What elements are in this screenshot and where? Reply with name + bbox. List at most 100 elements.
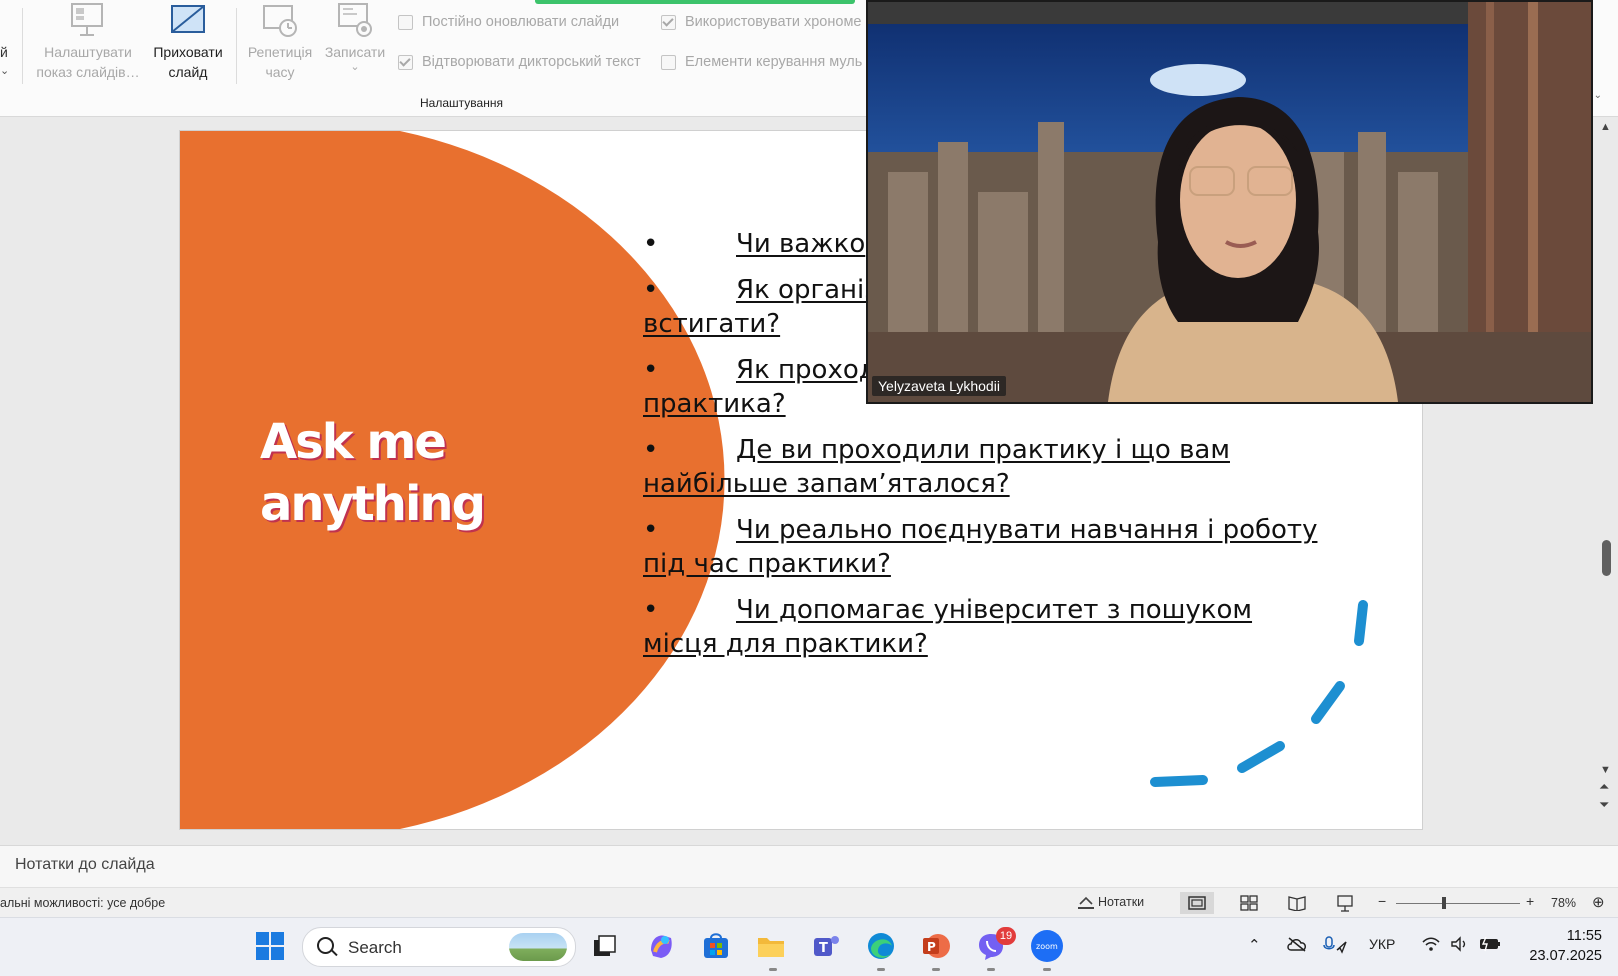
battery-charging-icon[interactable] [1478, 936, 1502, 956]
running-indicator [769, 968, 777, 971]
zoom-out-button[interactable]: − [1378, 893, 1386, 909]
svg-text:P: P [927, 940, 936, 954]
reading-view-icon [1288, 896, 1306, 911]
microphone-location-icon[interactable] [1322, 936, 1348, 958]
slide-sorter-view-button[interactable] [1232, 892, 1266, 914]
checkbox-box [661, 54, 676, 70]
play-narrations-checkbox[interactable]: Відтворювати дикторський текст [398, 54, 641, 70]
svg-text:T: T [819, 941, 828, 956]
normal-view-icon [1188, 896, 1206, 910]
checkbox-box [398, 54, 413, 70]
chevron-down-icon: ⌄ [350, 61, 360, 73]
ribbon-group-label: Налаштування [420, 96, 503, 110]
ribbon-separator [22, 8, 23, 84]
powerpoint-icon[interactable]: P [920, 930, 952, 962]
zoom-app-icon[interactable]: zoom [1031, 930, 1063, 962]
zoom-level[interactable]: 78% [1551, 896, 1576, 910]
scroll-thumb[interactable] [1602, 540, 1611, 576]
bullet-item: • Чи допомагає університет з пошуком місц… [643, 593, 1343, 661]
running-indicator [1043, 968, 1051, 971]
taskbar-search-box[interactable]: Search [302, 927, 576, 967]
scroll-up-arrow[interactable]: ▲ [1600, 121, 1611, 133]
notes-icon [1078, 895, 1094, 909]
use-timings-label: Використовувати хрономе [685, 14, 862, 30]
start-windows-icon[interactable] [254, 930, 286, 962]
edge-browser-icon[interactable] [865, 930, 897, 962]
normal-view-button[interactable] [1180, 892, 1214, 914]
rehearse-timings-label: Репетиція часу [247, 44, 313, 80]
hide-slide-icon [170, 2, 206, 38]
slide-show-icon [1337, 895, 1353, 912]
bullet-dot: • [643, 229, 659, 259]
rehearse-timings-icon [262, 2, 298, 38]
hide-slide-button[interactable]: Приховати слайд [146, 2, 230, 82]
chevron-down-icon[interactable]: ⌄ [0, 64, 9, 77]
show-hidden-icons-chevron[interactable]: ⌃ [1248, 936, 1261, 954]
setup-show-icon [70, 2, 106, 38]
record-button[interactable]: Записати ⌄ [320, 2, 390, 73]
play-narrations-label: Відтворювати дикторський текст [422, 54, 641, 70]
keep-slides-updated-label: Постійно оновлювати слайди [422, 14, 620, 30]
record-icon [337, 2, 373, 38]
microsoft-store-icon[interactable] [700, 930, 732, 962]
participant-video[interactable]: Yelyzaveta Lykhodii [866, 0, 1593, 404]
search-icon [317, 937, 334, 954]
notes-toggle-label: Нотатки [1098, 895, 1145, 909]
notes-toggle-button[interactable]: Нотатки [1078, 895, 1144, 909]
setup-slide-show-button[interactable]: Налаштувати показ слайдів… [32, 2, 144, 82]
media-controls-checkbox[interactable]: Елементи керування муль [661, 54, 862, 70]
checkbox-box [398, 14, 413, 30]
vertical-scrollbar[interactable]: ▲ ▼ ⏶ ⏷ [1594, 117, 1618, 845]
rehearse-timings-button[interactable]: Репетиція часу [244, 2, 316, 82]
accessibility-status[interactable]: альні можливості: усе добре [0, 896, 165, 910]
hide-slide-label: Приховати слайд [153, 44, 223, 80]
keep-slides-updated-checkbox[interactable]: Постійно оновлювати слайди [398, 14, 619, 30]
wifi-icon[interactable] [1421, 936, 1441, 956]
onedrive-cloud-icon[interactable] [1286, 936, 1308, 956]
collapse-ribbon-icon[interactable]: ⌄ [1594, 90, 1602, 101]
bullet-dot: • [643, 355, 659, 385]
bullet-text: Чи важко [736, 229, 866, 259]
bullet-dot: • [643, 595, 659, 625]
task-view-icon[interactable] [588, 930, 620, 962]
zoom-in-button[interactable]: + [1526, 893, 1534, 909]
notes-placeholder[interactable]: Нотатки до слайда [15, 856, 155, 874]
bullet-item: • Чи реально поєднувати навчання і роботу… [643, 513, 1343, 581]
running-indicator [877, 968, 885, 971]
slide-notes-pane[interactable]: Нотатки до слайда [0, 845, 1618, 888]
record-label: Записати [324, 44, 386, 60]
search-highlight-image [509, 933, 567, 961]
system-clock[interactable]: 11:55 23.07.2025 [1512, 926, 1602, 966]
windows-taskbar: Search T P 19 zoom ⌃ УКР 11:55 23.07.202… [0, 917, 1618, 976]
clock-date: 23.07.2025 [1529, 948, 1602, 964]
ribbon-cut-label[interactable]: й [0, 44, 8, 60]
previous-slide-button[interactable]: ⏶ [1599, 779, 1609, 795]
slide-sorter-icon [1240, 895, 1258, 911]
video-frame [868, 2, 1591, 402]
checkbox-box [661, 14, 676, 30]
bullet-text: Чи реально поєднувати навчання і роботу … [643, 515, 1318, 579]
slide-title: Ask me anything [260, 414, 486, 532]
slide-show-view-button[interactable] [1328, 892, 1362, 914]
volume-icon[interactable] [1450, 936, 1470, 956]
status-bar: альні можливості: усе добре Нотатки − + … [0, 887, 1618, 918]
teams-icon[interactable]: T [810, 930, 842, 962]
scroll-down-arrow[interactable]: ▼ [1600, 764, 1611, 776]
search-placeholder: Search [348, 938, 402, 957]
reading-view-button[interactable] [1280, 892, 1314, 914]
zoom-slider-thumb[interactable] [1442, 897, 1446, 909]
participant-name-tag: Yelyzaveta Lykhodii [872, 376, 1006, 396]
input-language[interactable]: УКР [1369, 936, 1395, 952]
next-slide-button[interactable]: ⏷ [1599, 797, 1609, 813]
file-explorer-icon[interactable] [755, 930, 787, 962]
copilot-icon[interactable] [645, 930, 677, 962]
ribbon-separator [236, 8, 237, 84]
bullet-dot: • [643, 275, 659, 305]
media-controls-label: Елементи керування муль [685, 54, 863, 70]
running-indicator [987, 968, 995, 971]
notification-badge: 19 [996, 927, 1016, 945]
zoom-slider[interactable] [1396, 903, 1520, 904]
bullet-dot: • [643, 515, 659, 545]
use-timings-checkbox[interactable]: Використовувати хрономе [661, 14, 861, 30]
fit-to-window-icon[interactable]: ⊕ [1592, 893, 1605, 911]
